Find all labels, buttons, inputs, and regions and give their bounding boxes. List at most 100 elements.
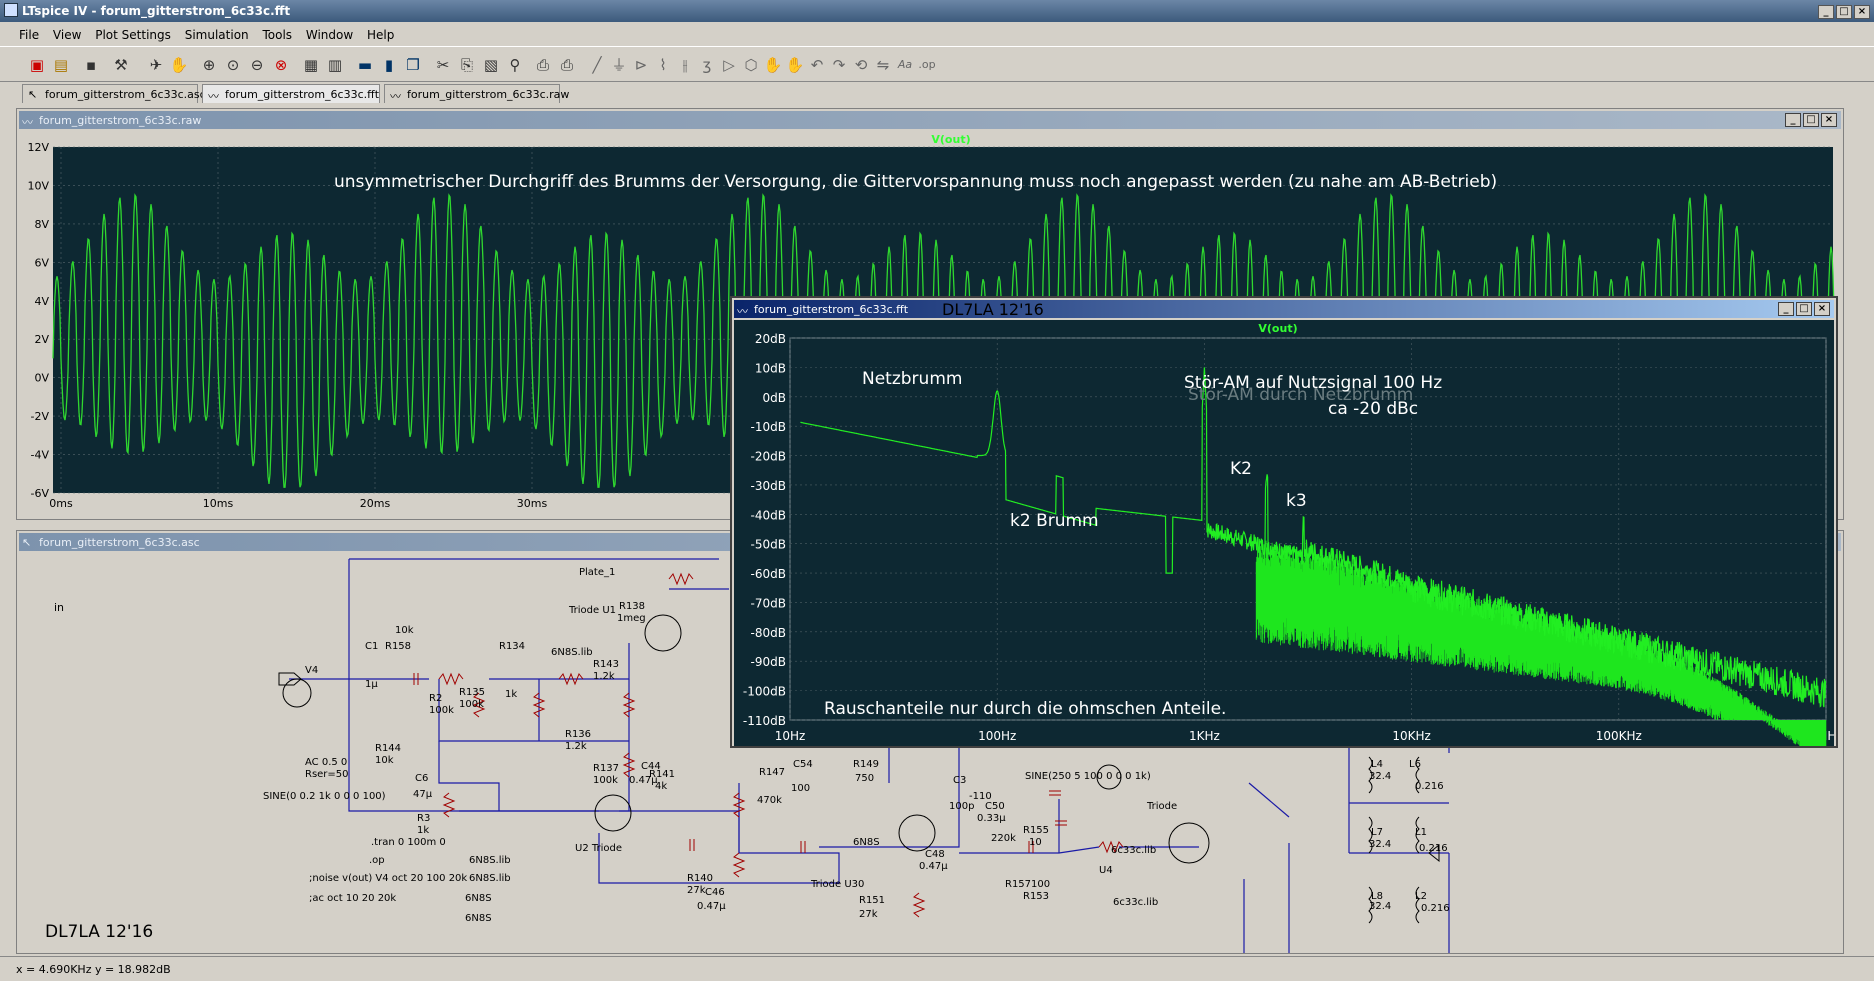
component-label: 27k [687, 885, 706, 896]
y-tick-label: -30dB [751, 479, 786, 493]
component-label: 1k [505, 689, 517, 700]
zoom-fit-icon[interactable]: ⊗ [270, 54, 292, 76]
inductor-icon[interactable]: ʒ [696, 54, 718, 76]
component-label: C3 [953, 775, 966, 786]
resistor-icon[interactable]: ⌇ [652, 54, 674, 76]
component-label: 0.216 [1419, 843, 1448, 854]
directive-tran[interactable]: .tran 0 100m 0 [371, 837, 446, 848]
spice-directive-icon[interactable]: .op [916, 54, 938, 76]
tab-raw[interactable]: 〰 forum_gitterstrom_6c33c.raw [384, 84, 569, 103]
component-label: C1 [365, 641, 378, 652]
component-label: 10 [1029, 837, 1042, 848]
cut-icon[interactable]: ✂ [432, 54, 454, 76]
directive-op[interactable]: .op [369, 855, 385, 866]
raw-maximize-button[interactable]: □ [1803, 113, 1819, 127]
diode-icon[interactable]: ▷ [718, 54, 740, 76]
close-button[interactable]: × [1854, 5, 1870, 19]
raw-annotation: unsymmetrischer Durchgriff des Brumms de… [334, 172, 1497, 192]
halt-icon[interactable]: ✋ [168, 54, 190, 76]
component-label: R138 [619, 601, 645, 612]
paste-icon[interactable]: ▧ [480, 54, 502, 76]
fft-maximize-button[interactable]: □ [1796, 302, 1812, 316]
component-label: R143 [593, 659, 619, 670]
raw-window-title: forum_gitterstrom_6c33c.raw [39, 114, 202, 127]
annotation-rausch: Rauschanteile nur durch die ohmschen Ant… [824, 699, 1226, 719]
source-name: V4 [305, 665, 318, 676]
source-sine: SINE(0 0.2 1k 0 0 0 100) [263, 791, 386, 802]
component-label: 1k [417, 825, 429, 836]
menu-help[interactable]: Help [362, 22, 399, 42]
x-tick-label: 100KHz [1596, 729, 1642, 743]
zoom-pan-icon[interactable]: ⊙ [222, 54, 244, 76]
fft-trace-name[interactable]: V(out) [1258, 322, 1297, 335]
annotation-stoer-am: Stör-AM auf Nutzsignal 100 Hz [1184, 373, 1442, 393]
component-label: Triode [1146, 801, 1177, 812]
menu-simulation[interactable]: Simulation [180, 22, 254, 42]
text-icon[interactable]: Aa [894, 54, 916, 76]
ground-icon[interactable]: ⏚ [608, 54, 630, 76]
source-port: in [54, 601, 64, 614]
undo-icon[interactable]: ↶ [806, 54, 828, 76]
fft-close-button[interactable]: × [1814, 302, 1830, 316]
raw-minimize-button[interactable]: _ [1785, 113, 1801, 127]
directive-noise[interactable]: ;noise v(out) V4 oct 20 100 20k [309, 873, 467, 884]
wire-icon[interactable]: ╱ [586, 54, 608, 76]
open-icon[interactable]: ▤ [50, 54, 72, 76]
fft-minimize-button[interactable]: _ [1778, 302, 1794, 316]
menu-window[interactable]: Window [301, 22, 358, 42]
component-label: R140 [687, 873, 713, 884]
component-label: L6 [1409, 759, 1421, 770]
autorange-icon[interactable]: ▦ [300, 54, 322, 76]
capacitor-icon[interactable]: ⫲ [674, 54, 696, 76]
component-label: 100k [593, 775, 618, 786]
schematic-icon: ↖ [28, 88, 38, 101]
component-label: SINE(250 5 100 0 0 0 1k) [1025, 771, 1151, 782]
copy-icon[interactable]: ⎘ [456, 54, 478, 76]
cascade-icon[interactable]: ❐ [402, 54, 424, 76]
maximize-button[interactable]: □ [1836, 5, 1852, 19]
fft-plot[interactable]: V(out) 20dB 10dB 0dB -10dB -20dB -30dB -40dB -5… [734, 320, 1834, 746]
save-icon[interactable]: ▪ [80, 54, 102, 76]
move-icon[interactable]: ✋ [762, 54, 784, 76]
component-label: -110 [969, 791, 992, 802]
lib-directive[interactable]: 6N8S.lib [469, 873, 511, 884]
menu-file[interactable]: File [14, 22, 44, 42]
menu-plot-settings[interactable]: Plot Settings [90, 22, 176, 42]
mirror-icon[interactable]: ⇋ [872, 54, 894, 76]
menu-bar: File View Plot Settings Simulation Tools… [0, 22, 1874, 46]
tab-asc[interactable]: ↖ forum_gitterstrom_6c33c.asc [22, 84, 206, 103]
component-label: C50 [985, 801, 1005, 812]
tile-vertical-icon[interactable]: ▮ [378, 54, 400, 76]
tile-horizontal-icon[interactable]: ▬ [354, 54, 376, 76]
grid-icon[interactable]: ▥ [324, 54, 346, 76]
component-label: 47µ [413, 789, 433, 800]
print-icon[interactable]: ⎙ [556, 54, 578, 76]
print-setup-icon[interactable]: ⎙ [532, 54, 554, 76]
directive-ac[interactable]: ;ac oct 10 20 20k [309, 893, 396, 904]
lib-directive[interactable]: 6N8S.lib [469, 855, 511, 866]
raw-close-button[interactable]: × [1821, 113, 1837, 127]
y-tick-label: -2V [31, 410, 50, 423]
y-tick-label: -110dB [743, 714, 786, 728]
ltspice-icon [4, 3, 18, 17]
y-tick-label: 2V [34, 333, 49, 346]
zoom-out-icon[interactable]: ⊖ [246, 54, 268, 76]
rotate-icon[interactable]: ⟲ [850, 54, 872, 76]
new-schematic-icon[interactable]: ▣ [26, 54, 48, 76]
minimize-button[interactable]: _ [1818, 5, 1834, 19]
zoom-in-icon[interactable]: ⊕ [198, 54, 220, 76]
component-label: R155 [1023, 825, 1049, 836]
label-icon[interactable]: ⊳ [630, 54, 652, 76]
raw-trace-name[interactable]: V(out) [931, 133, 970, 146]
control-panel-icon[interactable]: ⚒ [110, 54, 132, 76]
menu-tools[interactable]: Tools [257, 22, 297, 42]
find-icon[interactable]: ⚲ [504, 54, 526, 76]
menu-view[interactable]: View [48, 22, 86, 42]
redo-icon[interactable]: ↷ [828, 54, 850, 76]
drag-icon[interactable]: ✋ [784, 54, 806, 76]
run-icon[interactable]: ✈ [145, 54, 167, 76]
x-tick-label: 10KHz [1392, 729, 1430, 743]
component-icon[interactable]: ⬡ [740, 54, 762, 76]
document-tabs: ↖ forum_gitterstrom_6c33c.asc 〰 forum_gi… [0, 82, 1874, 104]
tab-fft[interactable]: 〰 forum_gitterstrom_6c33c.fft [202, 84, 380, 103]
